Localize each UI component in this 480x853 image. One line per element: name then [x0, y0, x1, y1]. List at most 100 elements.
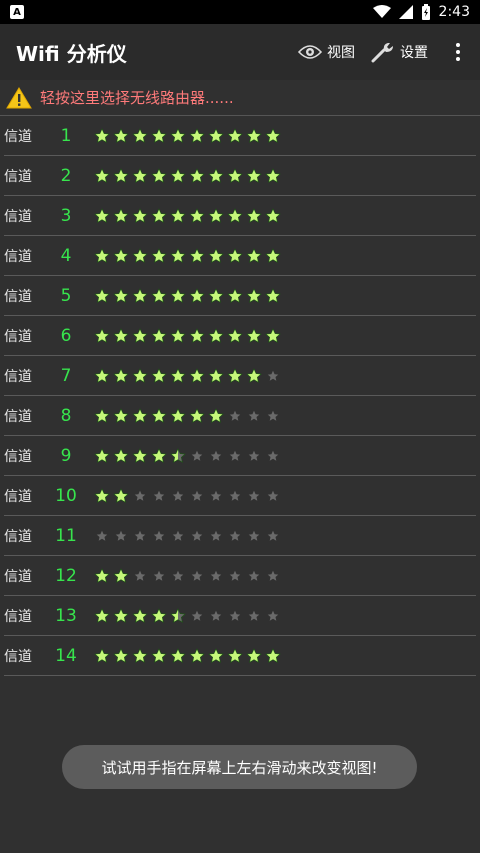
channel-row: 信道 1: [4, 116, 476, 156]
star-icon: [208, 327, 224, 343]
settings-button[interactable]: 设置: [371, 41, 428, 63]
channel-label: 信道: [4, 168, 32, 185]
star-icon: [267, 410, 279, 421]
star-icon: [170, 647, 186, 663]
star-icon: [189, 327, 205, 343]
channel-row: 信道 11: [4, 516, 476, 556]
wifi-icon: [372, 5, 391, 18]
star-icon: [132, 167, 148, 183]
channel-number: 1: [60, 125, 72, 146]
channel-row: 信道 12: [4, 556, 476, 596]
channel-row: 信道 13: [4, 596, 476, 636]
overflow-dot: [456, 43, 460, 47]
eye-icon: [298, 45, 322, 59]
star-icon: [113, 287, 129, 303]
star-icon: [94, 647, 110, 663]
overflow-dot: [456, 57, 460, 61]
star-icon: [151, 127, 167, 143]
channel-label: 信道: [4, 128, 32, 145]
star-icon: [210, 610, 222, 621]
star-icon: [227, 247, 243, 263]
star-icon: [189, 167, 205, 183]
star-icon: [94, 127, 110, 143]
star-icon: [151, 247, 167, 263]
star-icon: [189, 367, 205, 383]
channel-number: 10: [55, 485, 77, 506]
channel-row: 信道 5: [4, 276, 476, 316]
star-icon: [189, 647, 205, 663]
star-icon: [208, 367, 224, 383]
star-icon: [189, 127, 205, 143]
star-icon: [132, 407, 148, 423]
channel-number: 6: [60, 325, 72, 346]
star-icon: [208, 127, 224, 143]
star-icon: [94, 487, 110, 503]
channel-number: 14: [55, 645, 77, 666]
channel-rating: [94, 567, 281, 584]
select-router-prompt[interactable]: 轻按这里选择无线路由器......: [0, 80, 480, 116]
channel-number: 9: [60, 445, 72, 466]
channel-number: 4: [60, 245, 72, 266]
channel-row: 信道 10: [4, 476, 476, 516]
star-icon: [134, 530, 146, 541]
star-icon: [132, 447, 148, 463]
star-icon: [153, 490, 165, 501]
channel-row: 信道 8: [4, 396, 476, 436]
star-icon: [170, 167, 186, 183]
star-icon: [208, 647, 224, 663]
star-icon: [267, 530, 279, 541]
channel-rating: [94, 167, 281, 184]
channel-number: 8: [60, 405, 72, 426]
star-icon: [246, 287, 262, 303]
star-icon: [132, 607, 148, 623]
channel-number: 13: [55, 605, 77, 626]
star-icon: [170, 407, 186, 423]
star-icon: [265, 327, 281, 343]
star-icon: [113, 247, 129, 263]
star-icon: [189, 287, 205, 303]
star-icon: [208, 167, 224, 183]
router-prompt-text: 轻按这里选择无线路由器......: [40, 89, 234, 107]
star-icon: [151, 287, 167, 303]
star-icon: [94, 407, 110, 423]
star-icon: [153, 570, 165, 581]
star-icon: [265, 207, 281, 223]
star-icon: [229, 450, 241, 461]
star-icon: [191, 570, 203, 581]
star-icon: [170, 367, 186, 383]
overflow-menu-button[interactable]: [444, 43, 472, 61]
channel-rating: [94, 247, 281, 264]
star-icon: [229, 570, 241, 581]
star-icon: [248, 450, 260, 461]
star-icon: [132, 327, 148, 343]
star-icon: [267, 450, 279, 461]
channel-list: 信道 1 信道 2 信道 3 信道 4 信道 5 信道 6 信道 7 信道 8 信道 9 信道 10 信道 11 信道 12 信…: [0, 116, 480, 676]
star-icon: [153, 530, 165, 541]
star-icon: [151, 647, 167, 663]
channel-row: 信道 6: [4, 316, 476, 356]
channel-rating: [94, 287, 281, 304]
star-icon: [113, 447, 129, 463]
star-icon: [94, 327, 110, 343]
star-icon: [229, 490, 241, 501]
channel-label: 信道: [4, 248, 32, 265]
star-icon: [170, 247, 186, 263]
star-icon: [94, 567, 110, 583]
clock: 2:43: [438, 4, 470, 20]
view-button[interactable]: 视图: [298, 42, 355, 62]
star-icon: [132, 127, 148, 143]
channel-label: 信道: [4, 448, 32, 465]
star-icon: [113, 207, 129, 223]
settings-label: 设置: [400, 45, 428, 61]
star-icon: [170, 287, 186, 303]
star-icon: [172, 530, 184, 541]
star-icon: [151, 607, 167, 623]
channel-label: 信道: [4, 408, 32, 425]
star-icon: [189, 247, 205, 263]
star-icon: [113, 407, 129, 423]
channel-rating: [94, 487, 281, 504]
star-icon: [113, 647, 129, 663]
star-icon: [96, 530, 108, 541]
star-icon: [170, 127, 186, 143]
star-icon: [151, 407, 167, 423]
